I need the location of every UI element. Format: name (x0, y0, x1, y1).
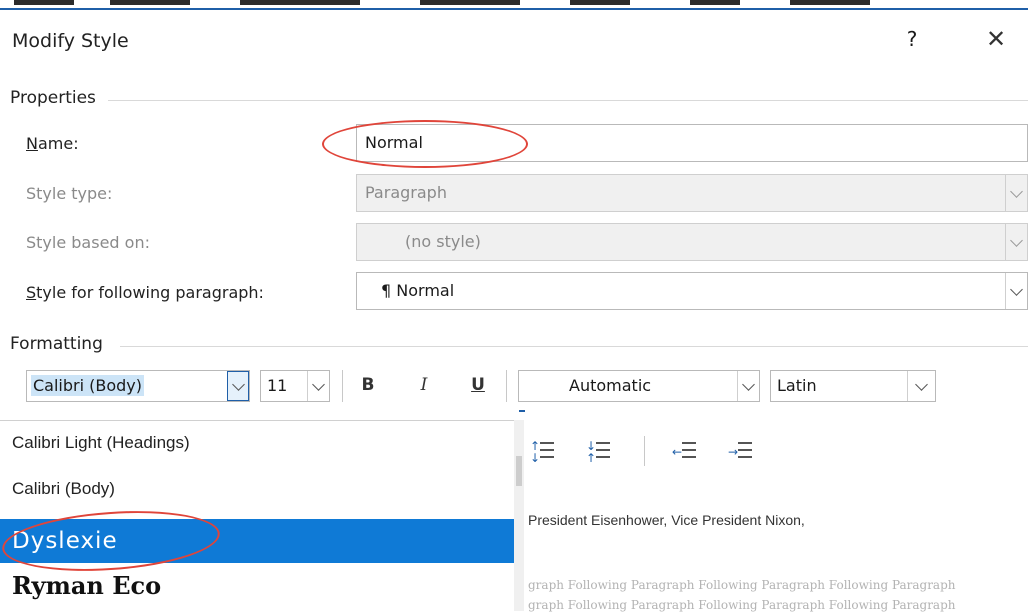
style-type-select[interactable]: Paragraph (356, 174, 1028, 212)
style-based-on-label: Style based on: (26, 233, 150, 252)
font-option-ryman-eco[interactable]: Ryman Eco (0, 571, 514, 600)
close-icon: ✕ (985, 25, 1007, 53)
chevron-down-icon (1010, 282, 1023, 296)
font-list-scrollbar[interactable] (514, 420, 524, 611)
formatting-section-label: Formatting (10, 334, 103, 354)
font-dropdown-button[interactable] (227, 371, 249, 401)
font-select[interactable]: Calibri (Body) (26, 370, 250, 402)
bold-button[interactable]: B (356, 375, 380, 395)
font-option-calibri-body[interactable]: Calibri (Body) (0, 479, 514, 499)
font-color-value: Automatic (569, 376, 652, 395)
script-dropdown-button[interactable] (907, 371, 935, 401)
script-select[interactable]: Latin (770, 370, 936, 402)
name-label: Name: (26, 134, 79, 153)
preview-sample-text: President Eisenhower, Vice President Nix… (528, 512, 805, 528)
style-based-on-dropdown-button[interactable] (1005, 224, 1027, 260)
help-button[interactable]: ? (900, 24, 924, 54)
close-button[interactable]: ✕ (976, 22, 1016, 56)
properties-separator (108, 100, 1028, 101)
chevron-down-icon (915, 377, 928, 391)
background-window-strip (0, 0, 1028, 12)
decrease-indent-icon[interactable]: ← (672, 440, 698, 464)
chevron-down-icon (1010, 184, 1023, 198)
chevron-down-icon (312, 377, 325, 391)
toolbar-separator (644, 436, 645, 466)
preview-following-line: graph Following Paragraph Following Para… (528, 598, 956, 612)
annotation-oval-name (322, 120, 528, 168)
font-size-select[interactable]: 11 (260, 370, 330, 402)
font-option-calibri-light[interactable]: Calibri Light (Headings) (0, 433, 514, 453)
style-based-on-select[interactable]: (no style) (356, 223, 1028, 261)
font-color-dropdown-button[interactable] (737, 371, 759, 401)
toolbar-separator (342, 370, 343, 402)
toolbar-separator (506, 370, 507, 402)
chevron-down-icon (742, 377, 755, 391)
font-size-value: 11 (267, 376, 288, 395)
increase-indent-icon[interactable]: → (728, 440, 754, 464)
script-value: Latin (777, 376, 817, 395)
formatting-separator (120, 346, 1028, 347)
following-paragraph-label: Style for following paragraph: (26, 283, 264, 302)
dialog-title: Modify Style (12, 30, 129, 52)
following-paragraph-dropdown-button[interactable] (1005, 273, 1027, 309)
properties-section-label: Properties (10, 88, 96, 108)
style-type-value: Paragraph (365, 183, 447, 202)
style-type-dropdown-button[interactable] (1005, 175, 1027, 211)
color-indicator (519, 410, 525, 412)
style-type-label: Style type: (26, 184, 113, 203)
style-based-on-value: (no style) (405, 232, 481, 251)
underline-button[interactable]: U (466, 375, 490, 395)
font-size-dropdown-button[interactable] (307, 371, 329, 401)
following-paragraph-select[interactable]: ¶ Normal (356, 272, 1028, 310)
font-select-value: Calibri (Body) (31, 375, 145, 396)
font-list-scroll-thumb[interactable] (516, 456, 522, 486)
font-color-select[interactable]: Automatic (518, 370, 760, 402)
space-before-icon[interactable]: ↑ ↓ (530, 440, 556, 464)
following-paragraph-value: ¶ Normal (381, 281, 455, 300)
space-after-icon[interactable]: ↓ ↑ (586, 440, 612, 464)
preview-following-line: graph Following Paragraph Following Para… (528, 578, 956, 592)
chevron-down-icon (231, 377, 245, 391)
italic-button[interactable]: I (412, 375, 436, 395)
chevron-down-icon (1010, 233, 1023, 247)
